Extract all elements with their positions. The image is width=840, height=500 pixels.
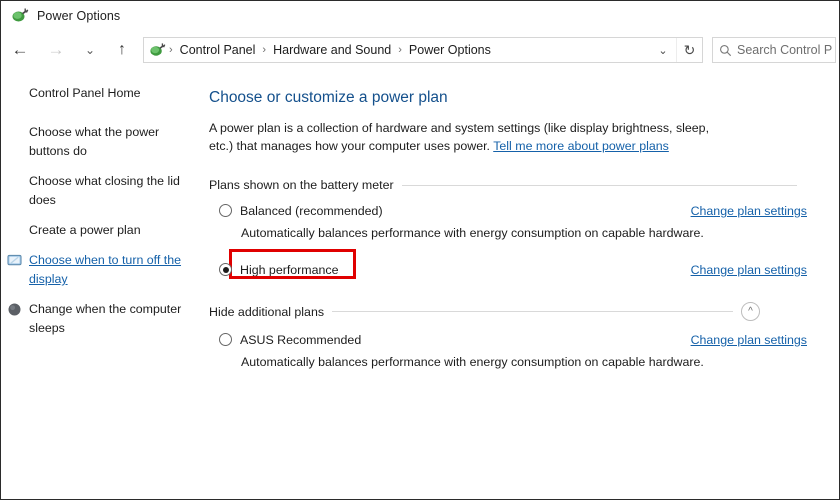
sidebar-item-label: Create a power plan	[29, 223, 141, 237]
radio-balanced[interactable]	[219, 204, 232, 217]
change-plan-settings-asus[interactable]: Change plan settings	[691, 333, 807, 347]
sidebar-item-turn-off-display[interactable]: Choose when to turn off the display	[1, 251, 206, 289]
plan-description-balanced: Automatically balances performance with …	[241, 226, 839, 240]
forward-button[interactable]: →	[43, 35, 69, 65]
breadcrumb-separator: ›	[395, 44, 405, 56]
title-bar: Power Options	[1, 1, 839, 31]
sidebar-item-closing-lid[interactable]: Choose what closing the lid does	[1, 172, 206, 210]
plan-name-label: High performance	[240, 263, 338, 277]
section-header-additional-plans[interactable]: Hide additional plans ^	[209, 302, 760, 321]
sidebar-item-control-panel-home[interactable]: Control Panel Home	[1, 84, 206, 103]
section-divider	[332, 311, 733, 312]
refresh-icon[interactable]: ↻	[676, 38, 702, 62]
section-heading-label: Hide additional plans	[209, 305, 332, 319]
search-control-panel-input[interactable]: Search Control P	[712, 37, 836, 63]
sidebar-item-label: Choose what closing the lid does	[29, 174, 180, 207]
address-bar[interactable]: › Control Panel › Hardware and Sound › P…	[143, 37, 703, 63]
radio-high-performance[interactable]	[219, 263, 232, 276]
up-one-level-button[interactable]: ↑	[109, 35, 135, 65]
power-options-window: Power Options ← → ⌄ ↑ › Control Panel › …	[0, 0, 840, 500]
plan-name-label: Balanced (recommended)	[240, 204, 383, 218]
plan-row-asus-recommended[interactable]: ASUS Recommended Change plan settings	[219, 329, 807, 350]
chevron-up-circle-icon[interactable]: ^	[741, 302, 760, 321]
section-heading-label: Plans shown on the battery meter	[209, 178, 402, 192]
change-plan-settings-balanced[interactable]: Change plan settings	[691, 204, 807, 218]
main-content: Choose or customize a power plan A power…	[206, 71, 839, 499]
sleep-moon-icon	[7, 302, 22, 317]
sidebar-item-computer-sleeps[interactable]: Change when the computer sleeps	[1, 300, 206, 338]
breadcrumb-power-options[interactable]: Power Options	[405, 43, 495, 57]
radio-asus-recommended[interactable]	[219, 333, 232, 346]
search-placeholder: Search Control P	[737, 43, 832, 57]
plan-row-balanced[interactable]: Balanced (recommended) Change plan setti…	[219, 200, 807, 221]
change-plan-settings-high-performance[interactable]: Change plan settings	[691, 263, 807, 277]
plan-description-asus: Automatically balances performance with …	[241, 355, 839, 369]
chevron-down-icon[interactable]: ⌄	[652, 38, 674, 62]
search-icon	[713, 44, 737, 57]
power-plug-icon	[11, 7, 29, 25]
intro-paragraph: A power plan is a collection of hardware…	[209, 119, 714, 155]
page-title: Choose or customize a power plan	[209, 89, 839, 107]
sidebar-item-create-power-plan[interactable]: Create a power plan	[1, 221, 206, 240]
breadcrumb-control-panel[interactable]: Control Panel	[176, 43, 260, 57]
section-header-battery-meter: Plans shown on the battery meter	[209, 178, 797, 192]
breadcrumb-separator: ›	[166, 44, 176, 56]
breadcrumb-hardware-and-sound[interactable]: Hardware and Sound	[269, 43, 395, 57]
breadcrumb-power-plug-icon	[149, 42, 166, 59]
navigation-bar: ← → ⌄ ↑ › Control Panel › Hardware and S…	[1, 31, 839, 69]
window-title: Power Options	[37, 9, 120, 23]
sidebar-item-label: Change when the computer sleeps	[29, 302, 181, 335]
tell-me-more-link[interactable]: Tell me more about power plans	[493, 139, 669, 153]
sidebar-item-label: Choose what the power buttons do	[29, 125, 159, 158]
back-button[interactable]: ←	[7, 35, 33, 65]
breadcrumb-separator: ›	[259, 44, 269, 56]
sidebar: Control Panel Home Choose what the power…	[1, 71, 206, 499]
sidebar-item-power-buttons[interactable]: Choose what the power buttons do	[1, 123, 206, 161]
plan-name-label: ASUS Recommended	[240, 333, 361, 347]
section-divider	[402, 185, 797, 186]
display-icon	[7, 253, 22, 268]
plan-row-high-performance[interactable]: High performance Change plan settings	[219, 259, 807, 280]
sidebar-item-label[interactable]: Choose when to turn off the display	[29, 253, 181, 286]
recent-locations-button[interactable]: ⌄	[77, 35, 103, 65]
sidebar-item-label: Control Panel Home	[29, 86, 141, 100]
